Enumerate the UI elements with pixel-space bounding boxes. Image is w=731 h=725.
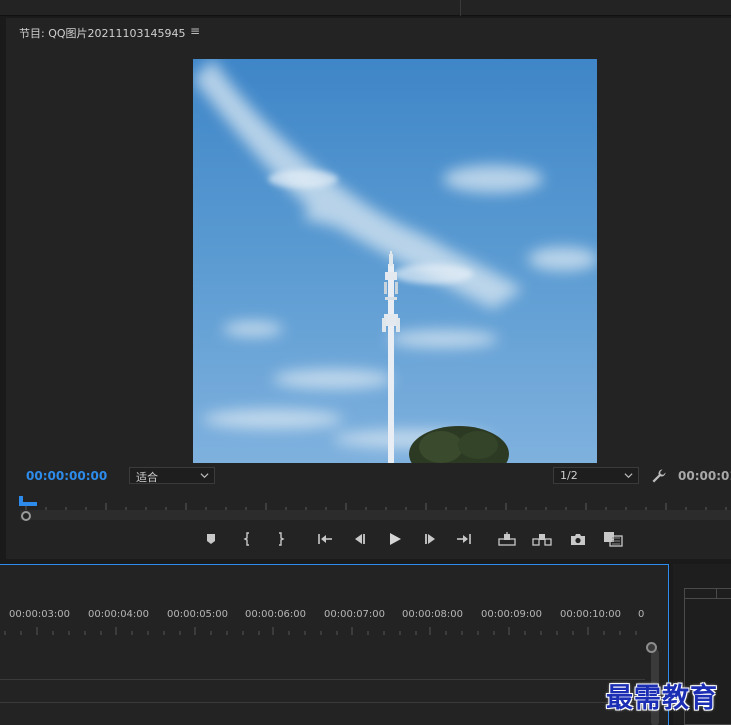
scrollbar-handle[interactable] bbox=[646, 642, 657, 653]
top-panel-strip bbox=[0, 0, 731, 16]
program-monitor-panel: 节目: QQ图片20211103145945 ≡ 00:00:00:00 适合 … bbox=[6, 18, 731, 559]
timeline-ruler[interactable]: 00:00:03:00 00:00:04:00 00:00:05:00 00:0… bbox=[0, 565, 669, 639]
side-panel-divider bbox=[684, 598, 731, 599]
step-back-button[interactable] bbox=[349, 528, 371, 550]
panel-divider bbox=[460, 0, 461, 16]
go-to-in-icon bbox=[318, 534, 332, 544]
time-label: 00:00:04:00 bbox=[88, 609, 150, 620]
mark-out-button[interactable] bbox=[269, 528, 291, 550]
mark-in-button[interactable] bbox=[237, 528, 259, 550]
monitor-time-ruler[interactable] bbox=[20, 495, 731, 511]
playhead-marker[interactable] bbox=[18, 496, 38, 506]
marker-icon bbox=[207, 534, 215, 544]
time-label: 00:00:10:00 bbox=[560, 609, 622, 620]
step-forward-icon bbox=[425, 534, 435, 544]
play-icon bbox=[390, 533, 401, 545]
time-label: 00:00:09:00 bbox=[481, 609, 543, 620]
watermark-text: 最需教育 bbox=[606, 683, 718, 714]
add-marker-button[interactable] bbox=[200, 528, 222, 550]
chevron-down-icon bbox=[624, 473, 633, 479]
play-button[interactable] bbox=[384, 528, 406, 550]
duration-timecode: 00:00:01 bbox=[678, 469, 731, 483]
wrench-icon[interactable] bbox=[651, 468, 667, 484]
playback-resolution-value: 1/2 bbox=[560, 469, 578, 482]
time-label: 00:00:07:00 bbox=[324, 609, 386, 620]
camera-icon bbox=[571, 533, 585, 545]
program-monitor-title[interactable]: 节目: QQ图片20211103145945 bbox=[19, 25, 186, 41]
comparison-view-button[interactable] bbox=[602, 528, 624, 550]
zoom-level-value: 适合 bbox=[136, 471, 158, 484]
monitor-scrub-bar[interactable] bbox=[20, 510, 731, 520]
track-divider bbox=[0, 702, 645, 703]
step-back-icon bbox=[355, 534, 365, 544]
go-to-out-icon bbox=[457, 534, 471, 544]
zoom-level-select[interactable]: 适合 bbox=[129, 467, 215, 484]
hamburger-icon[interactable]: ≡ bbox=[190, 24, 200, 38]
comparison-view-icon bbox=[604, 532, 623, 547]
time-label: 00:00:03:00 bbox=[9, 609, 71, 620]
current-timecode[interactable]: 00:00:00:00 bbox=[26, 469, 107, 483]
step-forward-button[interactable] bbox=[419, 528, 441, 550]
lift-button[interactable] bbox=[496, 528, 518, 550]
go-to-out-button[interactable] bbox=[453, 528, 475, 550]
track-divider bbox=[0, 679, 645, 680]
transport-controls bbox=[6, 528, 731, 550]
time-label: 00:00:06:00 bbox=[245, 609, 307, 620]
chevron-down-icon bbox=[200, 473, 209, 479]
time-label: 00:00:08:00 bbox=[402, 609, 464, 620]
side-panel-tick bbox=[716, 588, 717, 598]
lift-icon bbox=[498, 532, 516, 546]
timeline-ticks bbox=[4, 627, 637, 635]
extract-icon bbox=[532, 534, 552, 546]
export-frame-button[interactable] bbox=[567, 528, 589, 550]
timeline-panel: 00:00:03:00 00:00:04:00 00:00:05:00 00:0… bbox=[0, 564, 669, 725]
time-label: 0 bbox=[638, 609, 645, 620]
video-preview[interactable] bbox=[193, 59, 597, 463]
mark-in-icon bbox=[243, 532, 249, 546]
time-label: 00:00:05:00 bbox=[167, 609, 229, 620]
playhead-handle[interactable] bbox=[21, 511, 31, 521]
extract-button[interactable] bbox=[531, 528, 553, 550]
playback-resolution-select[interactable]: 1/2 bbox=[553, 467, 639, 484]
go-to-in-button[interactable] bbox=[314, 528, 336, 550]
video-frame-image bbox=[193, 59, 597, 463]
mark-out-icon bbox=[279, 532, 285, 546]
